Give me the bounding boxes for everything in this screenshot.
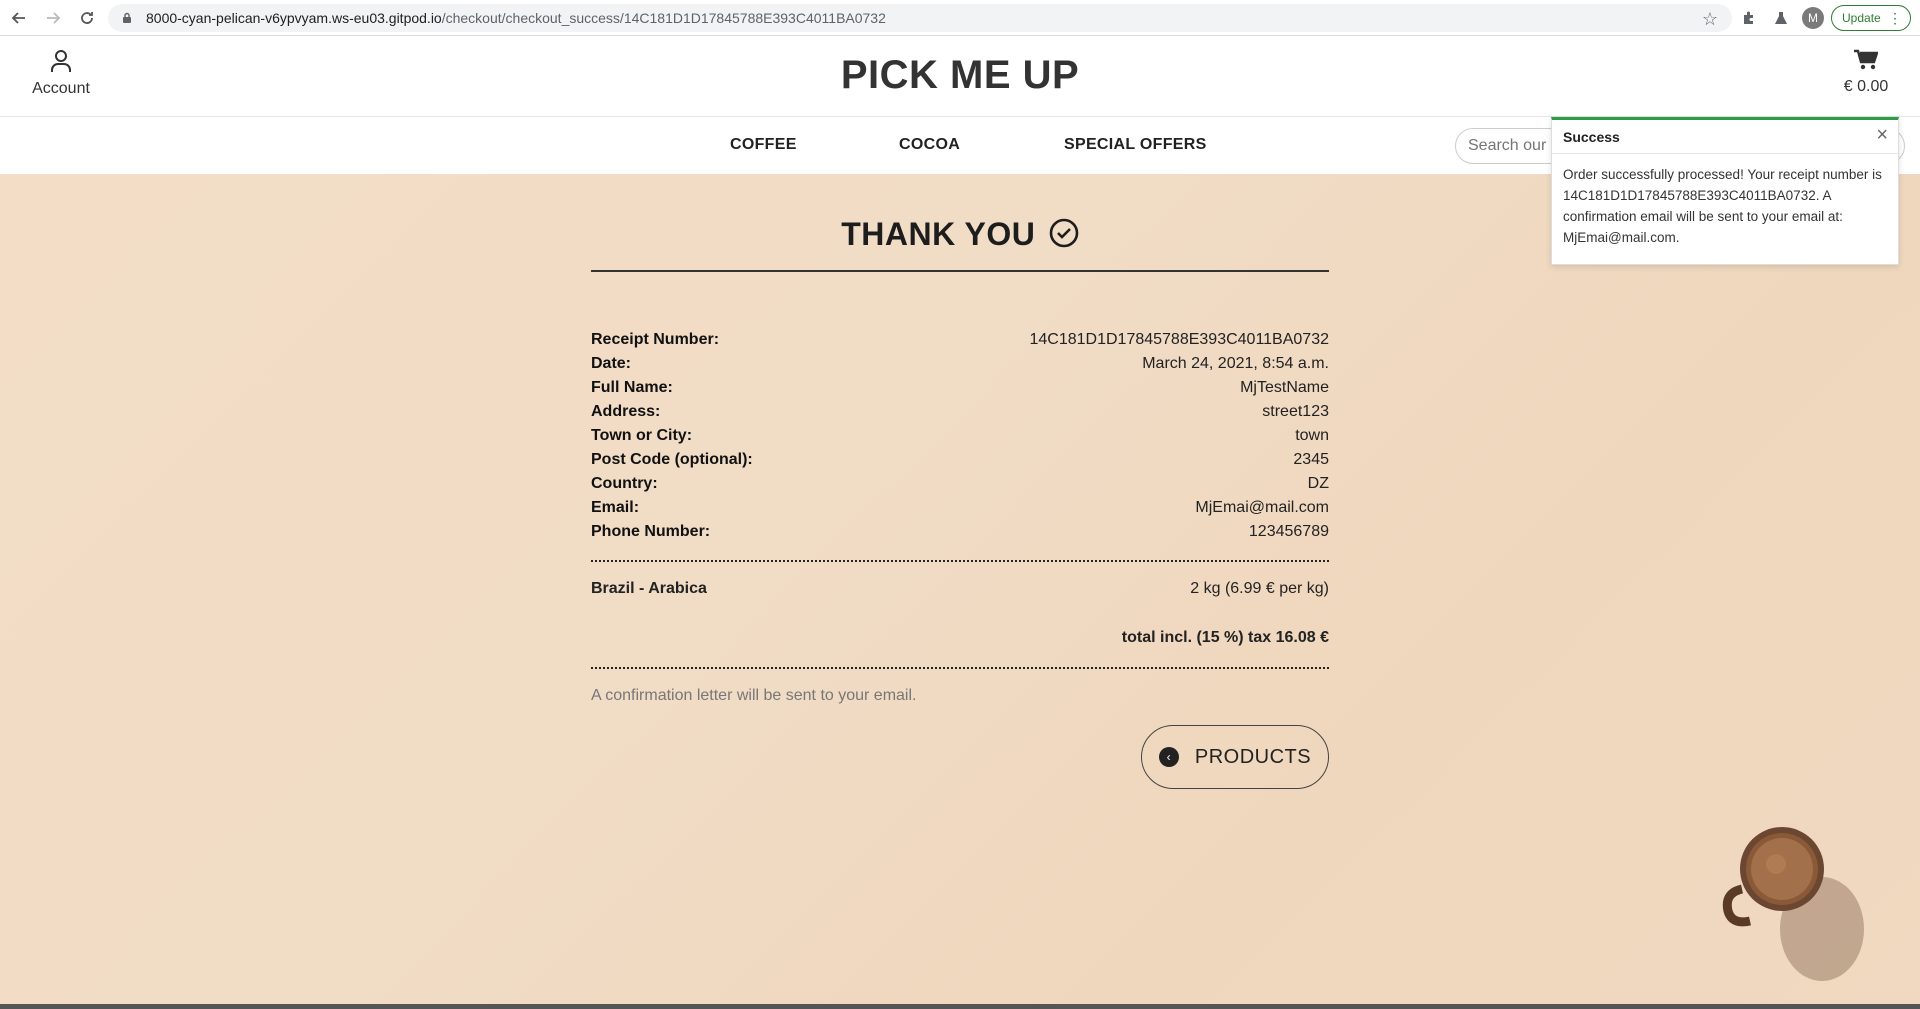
detail-value: March 24, 2021, 8:54 a.m. — [1142, 355, 1329, 372]
profile-avatar[interactable]: M — [1802, 7, 1824, 29]
detail-label: Full Name: — [591, 379, 673, 396]
shopping-cart-icon — [1854, 49, 1879, 70]
detail-row: Address: street123 — [591, 403, 1329, 427]
detail-row: Date: March 24, 2021, 8:54 a.m. — [591, 355, 1329, 379]
arrow-right-icon — [47, 11, 61, 24]
nav-coffee[interactable]: COFFEE — [730, 136, 797, 154]
checkout-success-section: THANK YOU Receipt Number: 14C181D1D178457… — [0, 174, 1920, 1009]
detail-row: Town or City: town — [591, 427, 1329, 451]
detail-label: Post Code (optional): — [591, 451, 753, 468]
thank-you-heading: THANK YOU — [591, 216, 1329, 253]
toast-header: Success × — [1552, 120, 1898, 154]
detail-value: 123456789 — [1248, 523, 1329, 540]
detail-label: Receipt Number: — [591, 331, 720, 348]
dotted-divider — [591, 560, 1329, 562]
forward-button[interactable] — [38, 3, 68, 33]
site-header: Account PICK ME UP € 0.00 — [0, 37, 1920, 117]
reload-button[interactable] — [72, 3, 102, 33]
address-bar[interactable]: 8000-cyan-pelican-v6ypvyam.ws-eu03.gitpo… — [108, 4, 1732, 32]
extension-area: M — [1738, 7, 1824, 29]
confirmation-note: A confirmation letter will be sent to yo… — [591, 687, 917, 704]
detail-value: 2345 — [1293, 451, 1329, 468]
detail-label: Phone Number: — [591, 523, 711, 540]
update-label: Update — [1842, 11, 1881, 25]
arrow-left-icon — [11, 11, 25, 24]
nav-special-offers[interactable]: SPECIAL OFFERS — [1064, 136, 1207, 154]
products-button[interactable]: ‹ PRODUCTS — [1141, 725, 1329, 789]
chevron-left-circle-icon: ‹ — [1158, 747, 1179, 767]
taskbar-edge — [0, 1004, 1920, 1009]
menu-dots-icon: ⋮ — [1888, 10, 1902, 26]
coffee-cup-image — [1712, 814, 1882, 984]
detail-value: 14C181D1D17845788E393C4011BA0732 — [1029, 331, 1329, 348]
thank-you-text: THANK YOU — [841, 216, 1036, 252]
nav-cocoa[interactable]: COCOA — [899, 136, 960, 154]
url-host: 8000-cyan-pelican-v6ypvyam.ws-eu03.gitpo… — [146, 10, 442, 26]
detail-row: Full Name: MjTestName — [591, 379, 1329, 403]
detail-row: Receipt Number: 14C181D1D17845788E393C401… — [591, 331, 1329, 355]
detail-row: Phone Number: 123456789 — [591, 523, 1329, 547]
detail-label: Address: — [591, 403, 661, 420]
detail-value: DZ — [1307, 475, 1329, 492]
item-name: Brazil - Arabica — [591, 580, 707, 597]
extensions-puzzle-icon[interactable] — [1738, 7, 1760, 29]
order-total: total incl. (15 %) tax 16.08 € — [1121, 629, 1329, 646]
brand-logo[interactable]: PICK ME UP — [0, 53, 1920, 98]
detail-label: Country: — [591, 475, 658, 492]
lock-icon — [122, 12, 138, 24]
detail-label: Town or City: — [591, 427, 693, 444]
bookmark-star-icon[interactable]: ☆ — [1702, 9, 1718, 30]
url-path: /checkout/checkout_success/14C181D1D1784… — [441, 10, 886, 26]
detail-value: town — [1295, 427, 1329, 444]
extension-flask-icon[interactable] — [1770, 7, 1792, 29]
toast-message: Order successfully processed! Your recei… — [1563, 167, 1882, 245]
detail-label: Email: — [591, 499, 640, 516]
detail-value: MjEmai@mail.com — [1195, 499, 1329, 516]
browser-toolbar: 8000-cyan-pelican-v6ypvyam.ws-eu03.gitpo… — [0, 0, 1920, 36]
cart-total: € 0.00 — [1843, 78, 1889, 95]
detail-value: MjTestName — [1240, 379, 1329, 396]
toast-title: Success — [1563, 129, 1620, 145]
detail-row: Post Code (optional): 2345 — [591, 451, 1329, 475]
update-button[interactable]: Update ⋮ — [1831, 5, 1911, 31]
detail-row: Email: MjEmai@mail.com — [591, 499, 1329, 523]
detail-value: street123 — [1262, 403, 1329, 420]
item-quantity: 2 kg (6.99 € per kg) — [1190, 580, 1329, 597]
detail-row: Country: DZ — [591, 475, 1329, 499]
reload-icon — [81, 11, 93, 24]
check-circle-icon — [1049, 218, 1079, 248]
dotted-divider — [591, 667, 1329, 669]
success-toast: Success × Order successfully processed! … — [1551, 117, 1899, 265]
products-button-label: PRODUCTS — [1194, 745, 1312, 768]
url-text: 8000-cyan-pelican-v6ypvyam.ws-eu03.gitpo… — [146, 10, 886, 26]
detail-label: Date: — [591, 355, 632, 372]
cart-link[interactable]: € 0.00 — [1836, 49, 1896, 96]
close-icon[interactable]: × — [1876, 125, 1888, 145]
back-button[interactable] — [4, 3, 34, 33]
heading-divider — [591, 270, 1329, 272]
